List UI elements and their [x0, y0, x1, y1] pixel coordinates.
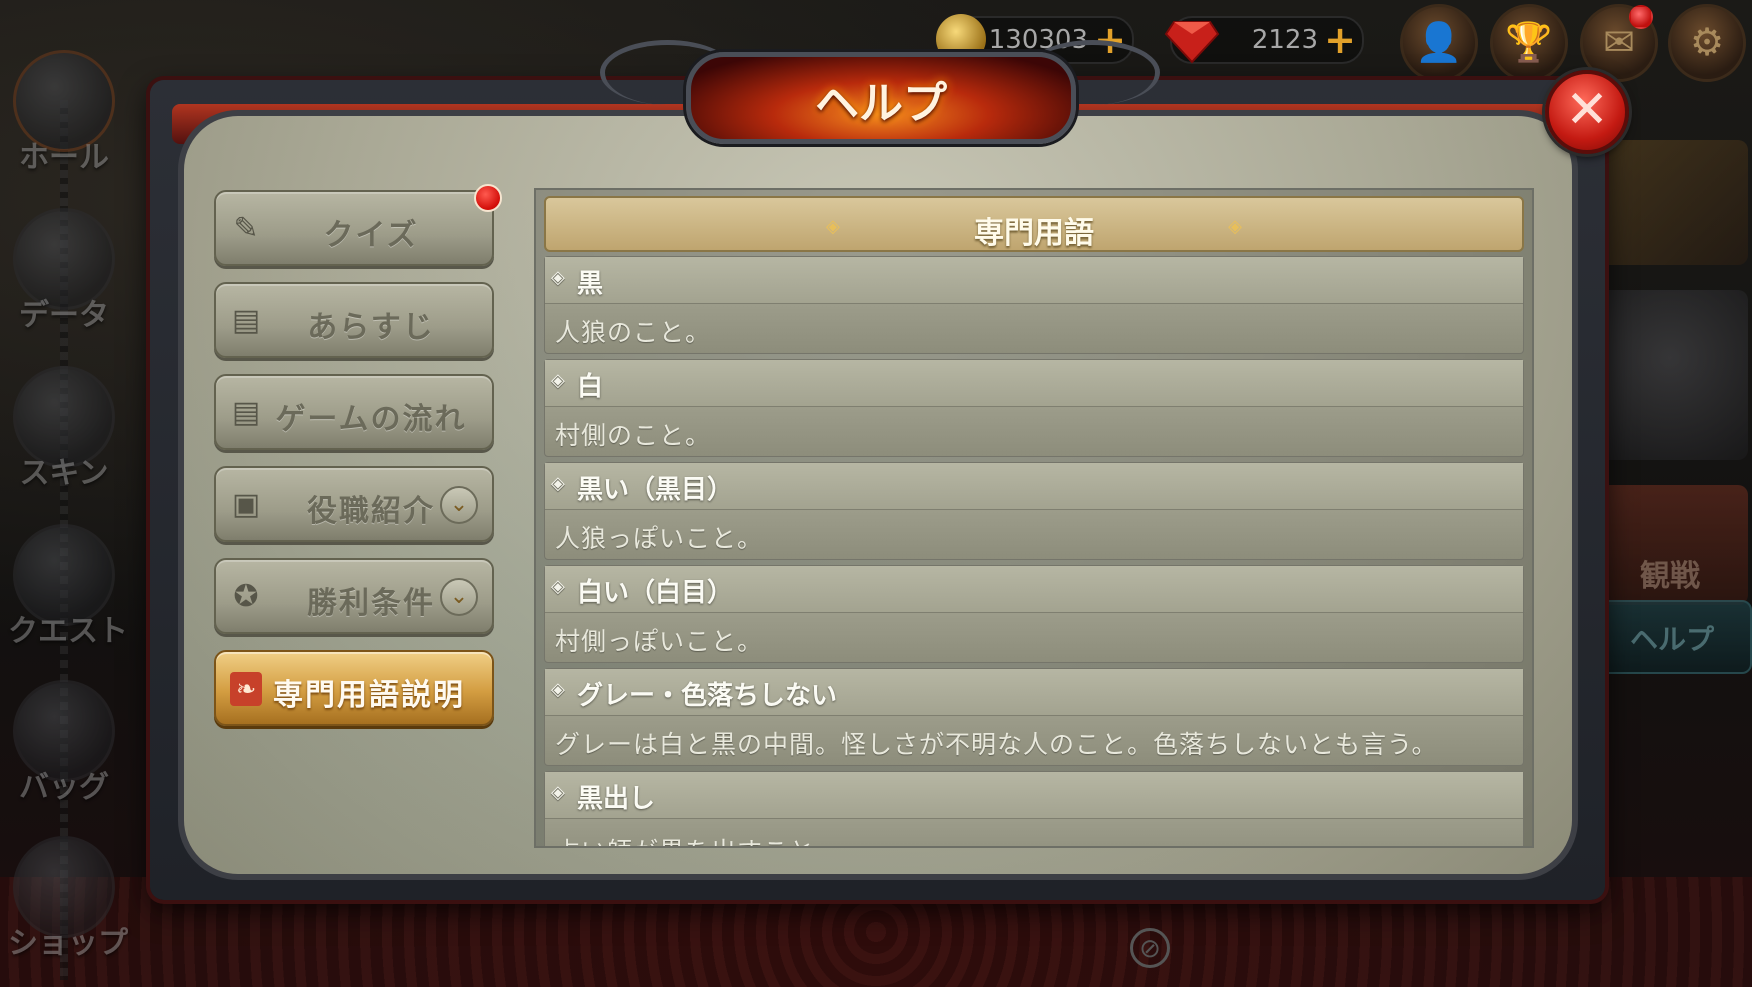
nav-shop[interactable]: ショップ — [8, 836, 128, 986]
term-description: グレーは白と黒の中間。怪しさが不明な人のこと。色落ちしないとも言う。 — [555, 730, 1438, 759]
glossary-header: ◈ 専門用語 ◈ — [544, 196, 1524, 252]
close-icon: ✕ — [1565, 80, 1609, 140]
menu-item-label: 専門用語説明 — [273, 678, 465, 713]
term-head: ◈ グレー・色落ちしない — [545, 669, 1523, 716]
no-entry-icon: ⊘ — [1130, 928, 1170, 968]
nav-hall[interactable]: ホール — [8, 50, 120, 200]
diamond-bullet-icon: ◈ — [551, 473, 565, 494]
term-item: ◈ 黒出し 占い師が黒を出すこと — [544, 771, 1524, 846]
edit-icon: ✎ — [233, 211, 259, 246]
diamond-bullet-icon: ◈ — [551, 370, 565, 391]
document-icon: ▤ — [231, 303, 261, 338]
menu-item-game-flow[interactable]: ▤ ゲームの流れ — [214, 374, 494, 450]
ranking-button[interactable]: 🏆 — [1490, 4, 1568, 82]
term-description: 占い師が黒を出すこと — [555, 832, 815, 846]
person-icon: 👤 — [1415, 20, 1463, 64]
nav-hall-label: ホール — [19, 140, 109, 175]
glossary-panel[interactable]: ◈ 専門用語 ◈ ◈ 黒 人狼のこと。 ◈ 白 村側のこと。 ◈ 黒い（黒目） 人狼っ… — [534, 188, 1534, 848]
left-nav: ホール データ スキン クエスト バッグ ショップ — [0, 40, 130, 987]
header-ornament-right: ◈ — [1228, 216, 1242, 237]
help-shortcut-label: ヘルプ — [1629, 623, 1714, 656]
menu-item-roles[interactable]: ▣ 役職紹介 ⌄ — [214, 466, 494, 542]
menu-item-victory-conditions[interactable]: ✪ 勝利条件 ⌄ — [214, 558, 494, 634]
gear-icon: ⚙ — [1689, 20, 1725, 64]
term-description: 村側っぽいこと。 — [555, 627, 764, 656]
diamond-bullet-icon: ◈ — [551, 679, 565, 700]
dialog-title-plate: ヘルプ — [686, 52, 1076, 144]
trophy-icon: 🏆 — [1505, 20, 1553, 64]
term-description: 村側のこと。 — [555, 421, 712, 450]
add-gems-button[interactable]: + — [1324, 20, 1356, 60]
nav-data[interactable]: データ — [8, 208, 120, 358]
nav-quest-label: クエスト — [8, 614, 128, 649]
chevron-down-icon[interactable]: ⌄ — [440, 486, 478, 524]
watch-button[interactable]: 観戦 — [1592, 485, 1748, 605]
quiz-notification-dot — [474, 184, 502, 212]
term-description: 人狼のこと。 — [555, 318, 712, 347]
term-name: 黒い（黒目） — [577, 475, 734, 505]
term-name: 白 — [577, 372, 604, 402]
diamond-bullet-icon: ◈ — [551, 782, 565, 803]
nav-skin[interactable]: スキン — [8, 366, 120, 516]
diamond-bullet-icon: ◈ — [551, 576, 565, 597]
chevron-down-icon[interactable]: ⌄ — [440, 578, 478, 616]
term-head: ◈ 白い（白目） — [545, 566, 1523, 613]
menu-item-label: クイズ — [323, 218, 419, 253]
settings-button[interactable]: ⚙ — [1668, 4, 1746, 82]
book-icon: ❧ — [230, 672, 262, 706]
star-badge-icon: ✪ — [233, 579, 259, 614]
mail-notification-dot — [1629, 5, 1653, 29]
nav-skin-label: スキン — [19, 456, 109, 491]
term-item: ◈ グレー・色落ちしない グレーは白と黒の中間。怪しさが不明な人のこと。色落ちしな… — [544, 668, 1524, 766]
nav-data-label: データ — [19, 298, 109, 333]
term-item: ◈ 白い（白目） 村側っぽいこと。 — [544, 565, 1524, 663]
term-name: グレー・色落ちしない — [577, 681, 838, 711]
close-button[interactable]: ✕ — [1545, 70, 1629, 154]
nav-quest[interactable]: クエスト — [8, 524, 128, 674]
profile-button[interactable]: 👤 — [1400, 4, 1478, 82]
gem-amount: 2123 — [1251, 25, 1318, 55]
watch-label: 観戦 — [1640, 559, 1700, 594]
glossary-title: 専門用語 — [974, 216, 1094, 251]
diamond-bullet-icon: ◈ — [551, 267, 565, 288]
term-name: 黒出し — [577, 784, 656, 814]
term-description: 人狼っぽいこと。 — [555, 524, 764, 553]
id-card-icon: ▣ — [231, 487, 261, 522]
menu-item-quiz[interactable]: ✎ クイズ — [214, 184, 502, 266]
menu-item-synopsis[interactable]: ▤ あらすじ — [214, 282, 494, 358]
dialog-title: ヘルプ — [815, 78, 947, 129]
menu-item-label: ゲームの流れ — [275, 402, 467, 437]
term-head: ◈ 黒 — [545, 257, 1523, 304]
event-card[interactable] — [1592, 140, 1748, 265]
document-icon: ▤ — [231, 395, 261, 430]
term-head: ◈ 白 — [545, 360, 1523, 407]
ruby-gem-icon — [1164, 14, 1220, 64]
menu-item-glossary[interactable]: ❧ 専門用語説明 — [214, 650, 494, 726]
werewolf-card[interactable] — [1592, 290, 1748, 460]
term-name: 白い（白目） — [577, 578, 734, 608]
term-head: ◈ 黒出し — [545, 772, 1523, 819]
term-item: ◈ 白 村側のこと。 — [544, 359, 1524, 457]
term-item: ◈ 黒 人狼のこと。 — [544, 256, 1524, 354]
term-head: ◈ 黒い（黒目） — [545, 463, 1523, 510]
term-item: ◈ 黒い（黒目） 人狼っぽいこと。 — [544, 462, 1524, 560]
gem-counter: 2123 + — [1164, 16, 1364, 64]
term-name: 黒 — [577, 269, 604, 299]
envelope-icon: ✉ — [1603, 20, 1635, 64]
nav-bag-label: バッグ — [19, 770, 109, 805]
nav-bag[interactable]: バッグ — [8, 680, 120, 830]
nav-shop-label: ショップ — [8, 926, 128, 961]
term-list: ◈ 黒 人狼のこと。 ◈ 白 村側のこと。 ◈ 黒い（黒目） 人狼っぽいこと。 ◈ 白い… — [544, 256, 1524, 846]
menu-item-label: あらすじ — [307, 310, 435, 345]
help-shortcut-button[interactable]: ヘルプ — [1586, 594, 1752, 674]
